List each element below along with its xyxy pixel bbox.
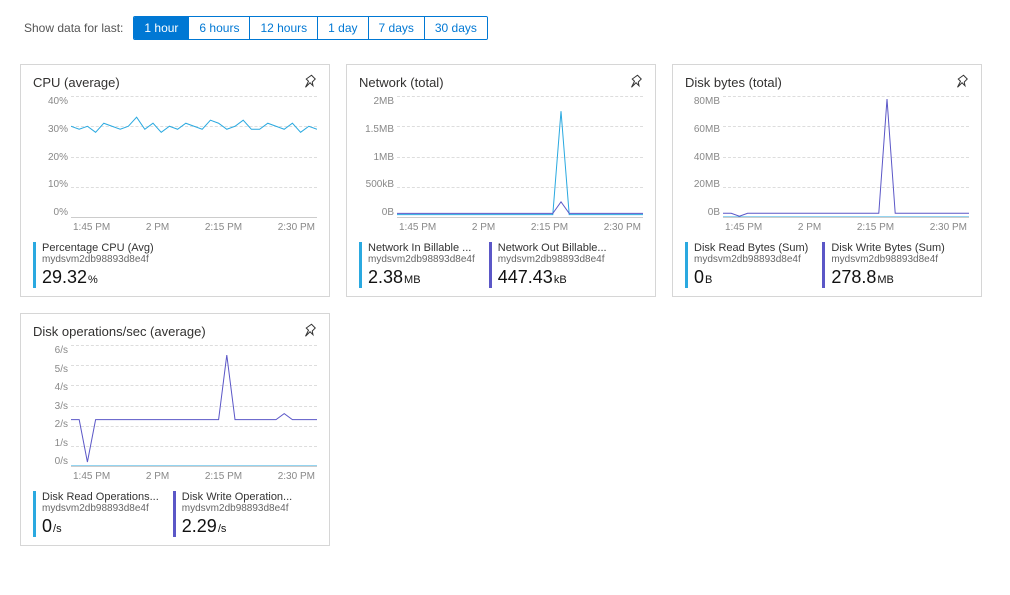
legend-sublabel: mydsvm2db98893d8e4f: [368, 254, 475, 265]
legend: Network In Billable ...mydsvm2db98893d8e…: [359, 242, 643, 288]
legend-label: Network Out Billable...: [498, 242, 607, 254]
pin-icon[interactable]: [953, 73, 971, 91]
y-axis-ticks: 2MB1.5MB1MB500kB0B: [359, 96, 397, 218]
legend-sublabel: mydsvm2db98893d8e4f: [42, 254, 154, 265]
y-axis-ticks: 80MB60MB40MB20MB0B: [685, 96, 723, 218]
legend-value: 0B: [694, 267, 808, 288]
card-diskbytes: Disk bytes (total) 80MB60MB40MB20MB0B1:45…: [672, 64, 982, 297]
time-range-label: Show data for last:: [24, 21, 123, 35]
legend: Percentage CPU (Avg)mydsvm2db98893d8e4f 2…: [33, 242, 317, 288]
legend: Disk Read Bytes (Sum)mydsvm2db98893d8e4f…: [685, 242, 969, 288]
time-tab-1-hour[interactable]: 1 hour: [134, 17, 189, 39]
time-range-toolbar: Show data for last: 1 hour6 hours12 hour…: [24, 16, 990, 40]
legend-sublabel: mydsvm2db98893d8e4f: [42, 503, 159, 514]
legend-label: Disk Write Operation...: [182, 491, 292, 503]
card-title: Disk bytes (total): [685, 75, 969, 90]
legend-value: 278.8MB: [831, 267, 944, 288]
legend-value: 2.38MB: [368, 267, 475, 288]
legend-label: Disk Read Operations...: [42, 491, 159, 503]
legend-value: 447.43kB: [498, 267, 607, 288]
chart-area: 40%30%20%10%0%1:45 PM2 PM2:15 PM2:30 PM: [33, 96, 317, 236]
plot: [723, 96, 969, 218]
card-title: Network (total): [359, 75, 643, 90]
time-tab-1-day[interactable]: 1 day: [318, 17, 368, 39]
legend-item: Network In Billable ...mydsvm2db98893d8e…: [359, 242, 475, 288]
time-tab-12-hours[interactable]: 12 hours: [250, 17, 318, 39]
metrics-cards-grid: CPU (average)40%30%20%10%0%1:45 PM2 PM2:…: [20, 64, 990, 546]
plot: [71, 345, 317, 467]
plot: [71, 96, 317, 218]
time-range-tabs: 1 hour6 hours12 hours1 day7 days30 days: [133, 16, 488, 40]
plot: [397, 96, 643, 218]
pin-icon[interactable]: [301, 322, 319, 340]
legend-sublabel: mydsvm2db98893d8e4f: [498, 254, 607, 265]
card-title: Disk operations/sec (average): [33, 324, 317, 339]
y-axis-ticks: 6/s5/s4/s3/s2/s1/s0/s: [33, 345, 71, 467]
card-network: Network (total) 2MB1.5MB1MB500kB0B1:45 PM…: [346, 64, 656, 297]
pin-icon[interactable]: [301, 73, 319, 91]
legend-label: Network In Billable ...: [368, 242, 475, 254]
time-tab-7-days[interactable]: 7 days: [369, 17, 425, 39]
card-cpu: CPU (average) 40%30%20%10%0%1:45 PM2 PM2:…: [20, 64, 330, 297]
x-axis-ticks: 1:45 PM2 PM2:15 PM2:30 PM: [723, 222, 969, 236]
x-axis-ticks: 1:45 PM2 PM2:15 PM2:30 PM: [71, 471, 317, 485]
legend-label: Disk Read Bytes (Sum): [694, 242, 808, 254]
legend-item: Disk Read Bytes (Sum)mydsvm2db98893d8e4f…: [685, 242, 808, 288]
legend: Disk Read Operations...mydsvm2db98893d8e…: [33, 491, 317, 537]
legend-item: Percentage CPU (Avg)mydsvm2db98893d8e4f 2…: [33, 242, 154, 288]
time-tab-30-days[interactable]: 30 days: [425, 17, 487, 39]
legend-label: Disk Write Bytes (Sum): [831, 242, 944, 254]
legend-value: 0/s: [42, 516, 159, 537]
legend-item: Disk Read Operations...mydsvm2db98893d8e…: [33, 491, 159, 537]
card-diskops: Disk operations/sec (average) 6/s5/s4/s3/…: [20, 313, 330, 546]
legend-value: 2.29/s: [182, 516, 292, 537]
legend-sublabel: mydsvm2db98893d8e4f: [831, 254, 944, 265]
legend-label: Percentage CPU (Avg): [42, 242, 154, 254]
card-title: CPU (average): [33, 75, 317, 90]
x-axis-ticks: 1:45 PM2 PM2:15 PM2:30 PM: [397, 222, 643, 236]
legend-item: Disk Write Operation...mydsvm2db98893d8e…: [173, 491, 292, 537]
legend-item: Network Out Billable...mydsvm2db98893d8e…: [489, 242, 607, 288]
legend-sublabel: mydsvm2db98893d8e4f: [182, 503, 292, 514]
y-axis-ticks: 40%30%20%10%0%: [33, 96, 71, 218]
x-axis-ticks: 1:45 PM2 PM2:15 PM2:30 PM: [71, 222, 317, 236]
legend-item: Disk Write Bytes (Sum)mydsvm2db98893d8e4…: [822, 242, 944, 288]
legend-sublabel: mydsvm2db98893d8e4f: [694, 254, 808, 265]
legend-value: 29.32%: [42, 267, 154, 288]
chart-area: 6/s5/s4/s3/s2/s1/s0/s1:45 PM2 PM2:15 PM2…: [33, 345, 317, 485]
time-tab-6-hours[interactable]: 6 hours: [189, 17, 250, 39]
pin-icon[interactable]: [627, 73, 645, 91]
chart-area: 80MB60MB40MB20MB0B1:45 PM2 PM2:15 PM2:30…: [685, 96, 969, 236]
chart-area: 2MB1.5MB1MB500kB0B1:45 PM2 PM2:15 PM2:30…: [359, 96, 643, 236]
